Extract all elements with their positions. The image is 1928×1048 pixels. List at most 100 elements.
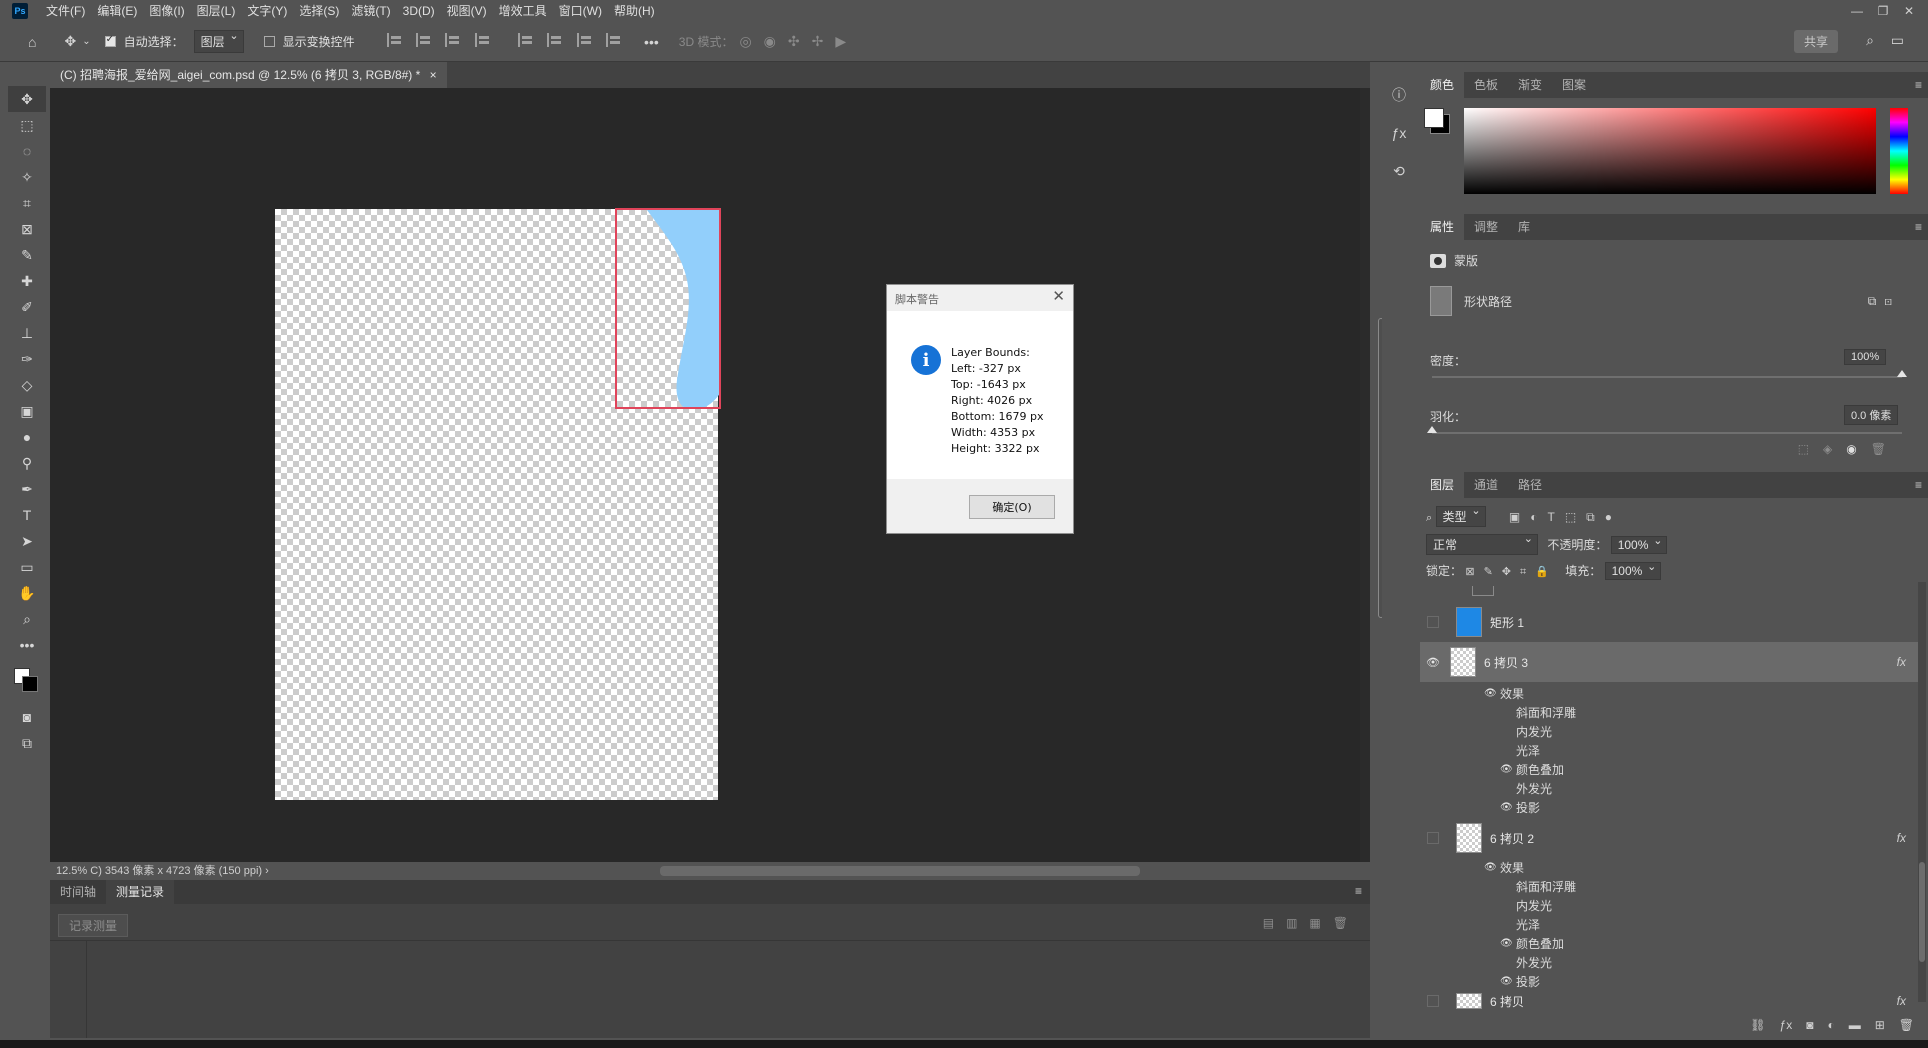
record-measurement-button[interactable]: 记录测量 [58, 914, 129, 937]
pen-tool-icon[interactable]: ✒ [8, 476, 46, 502]
mask-thumbnail[interactable] [1430, 286, 1452, 316]
delete-mask-icon[interactable]: 🗑 [1871, 442, 1900, 456]
panel-menu-icon[interactable]: ≡ [1915, 478, 1922, 492]
ok-button[interactable]: 确定(O) [969, 495, 1055, 519]
vector-mask-icon[interactable]: ⊡ [1884, 294, 1900, 308]
load-selection-icon[interactable]: ⬚ [1798, 442, 1823, 456]
menu-file[interactable]: 文件(F) [40, 0, 91, 22]
align-middle-icon[interactable] [547, 33, 565, 47]
effect-item[interactable]: 👁 颜色叠加 [1500, 760, 1564, 779]
effect-item[interactable]: 光泽 [1516, 915, 1540, 934]
effect-item[interactable]: 外发光 [1516, 779, 1552, 798]
tab-adjustments[interactable]: 调整 [1464, 214, 1508, 240]
lock-pixels-icon[interactable]: ✎ [1484, 566, 1502, 578]
density-slider-handle[interactable] [1897, 370, 1907, 377]
fill-input[interactable]: 100% [1604, 560, 1662, 580]
align-left-icon[interactable] [386, 33, 405, 47]
fx-icon[interactable]: fx [1897, 655, 1906, 669]
menu-type[interactable]: 文字(Y) [241, 0, 293, 22]
effect-item[interactable]: 外发光 [1516, 953, 1552, 972]
menu-window[interactable]: 窗口(W) [553, 0, 608, 22]
blend-mode-select[interactable]: 正常 [1426, 532, 1538, 555]
background-color-swatch[interactable] [22, 676, 38, 692]
menu-view[interactable]: 视图(V) [441, 0, 493, 22]
filter-toggle-icon[interactable]: ● [1605, 510, 1622, 524]
trash-icon[interactable]: 🗑 [1899, 1018, 1914, 1032]
adjustment-filter-icon[interactable]: ◐ [1530, 510, 1547, 524]
panel-menu-icon[interactable]: ≡ [1915, 220, 1922, 234]
effect-item[interactable]: 内发光 [1516, 722, 1552, 741]
chevron-down-icon[interactable]: ⌄ [82, 36, 90, 47]
eye-icon[interactable]: 👁 [1500, 976, 1516, 987]
more-options-icon[interactable]: ••• [644, 34, 659, 50]
menu-layer[interactable]: 图层(L) [191, 0, 242, 22]
hand-tool-icon[interactable]: ✋ [8, 580, 46, 606]
effects-header[interactable]: 👁 效果 [1484, 858, 1524, 877]
smart-object-filter-icon[interactable]: ⧉ [1586, 510, 1605, 524]
tab-channels[interactable]: 通道 [1464, 472, 1508, 498]
select-mask-icon[interactable]: ⧉ [1868, 294, 1885, 308]
layer-row[interactable]: 6 拷贝 fx [1420, 992, 1920, 1010]
tab-patterns[interactable]: 图案 [1552, 72, 1596, 98]
tab-measurement-log[interactable]: 测量记录 [106, 880, 175, 904]
clone-stamp-tool-icon[interactable]: ⊥ [8, 320, 46, 346]
camera-3d-icon[interactable]: ▶ [835, 33, 846, 50]
layer-filter-select[interactable]: 类型 [1435, 504, 1486, 527]
effect-item[interactable]: 👁 投影 [1500, 972, 1540, 991]
align-center-icon[interactable] [415, 33, 434, 47]
horizontal-scrollbar[interactable] [660, 866, 1140, 876]
effect-item[interactable]: 👁 投影 [1500, 798, 1540, 817]
dodge-tool-icon[interactable]: ⚲ [8, 450, 46, 476]
color-swatches[interactable] [8, 658, 46, 704]
fx-icon[interactable]: fx [1897, 994, 1906, 1008]
screen-mode-icon[interactable]: ⧉ [8, 730, 46, 756]
home-icon[interactable]: ⌂ [28, 34, 36, 50]
menu-image[interactable]: 图像(I) [143, 0, 190, 22]
add-mask-icon[interactable]: ◙ [1806, 1018, 1813, 1032]
tab-color[interactable]: 颜色 [1420, 72, 1465, 98]
menu-3d[interactable]: 3D(D) [397, 0, 441, 22]
panel-menu-icon[interactable]: ≡ [1355, 884, 1362, 898]
document-tab[interactable]: (C) 招聘海报_爱给网_aigei_com.psd @ 12.5% (6 拷贝… [50, 62, 447, 88]
menu-help[interactable]: 帮助(H) [608, 0, 661, 22]
zoom-tool-icon[interactable]: ⌕ [8, 606, 46, 632]
layers-scrollbar[interactable] [1918, 582, 1926, 1002]
eye-icon[interactable]: 👁 [1500, 764, 1516, 775]
move-tool-icon[interactable]: ✥ [8, 86, 46, 112]
eye-icon[interactable]: 👁 [1500, 802, 1516, 813]
history-panel-icon[interactable]: ⟲ [1382, 152, 1416, 190]
auto-select-target-select[interactable]: 图层 [193, 29, 244, 53]
pan-3d-icon[interactable]: ✣ [788, 33, 800, 50]
layer-row-selected[interactable]: 👁 6 拷贝 3 fx [1420, 642, 1920, 682]
magic-wand-tool-icon[interactable]: ✧ [8, 164, 46, 190]
menu-plugins[interactable]: 增效工具 [493, 0, 553, 22]
new-layer-icon[interactable]: ⊞ [1875, 1018, 1885, 1032]
gradient-tool-icon[interactable]: ▣ [8, 398, 46, 424]
close-icon[interactable]: ✕ [1052, 287, 1065, 305]
feather-slider-handle[interactable] [1427, 426, 1437, 433]
share-button[interactable]: 共享 [1793, 30, 1838, 53]
visibility-toggle[interactable] [1427, 832, 1439, 844]
new-group-icon[interactable]: ▬ [1849, 1018, 1861, 1032]
marquee-tool-icon[interactable]: ⬚ [8, 112, 46, 138]
canvas-area[interactable] [50, 88, 1384, 862]
align-top-icon[interactable] [518, 33, 536, 47]
tab-layers[interactable]: 图层 [1420, 472, 1465, 498]
effects-header[interactable]: 👁 效果 [1484, 684, 1524, 703]
eraser-tool-icon[interactable]: ◇ [8, 372, 46, 398]
workspace-icon[interactable]: ▭ [1891, 32, 1904, 49]
eye-icon[interactable]: 👁 [1484, 862, 1500, 873]
eye-icon[interactable]: 👁 [1500, 938, 1516, 949]
brush-tool-icon[interactable]: ✐ [8, 294, 46, 320]
lock-position-icon[interactable]: ✥ [1502, 566, 1520, 578]
effect-item[interactable]: 内发光 [1516, 896, 1552, 915]
lock-artboard-icon[interactable]: ⌗ [1520, 566, 1535, 578]
tab-swatches[interactable]: 色板 [1464, 72, 1508, 98]
lock-transparency-icon[interactable]: ⊠ [1465, 566, 1483, 578]
visibility-toggle[interactable] [1427, 616, 1439, 628]
visibility-toggle[interactable] [1427, 995, 1439, 1007]
menu-edit[interactable]: 编辑(E) [91, 0, 143, 22]
history-brush-tool-icon[interactable]: ✑ [8, 346, 46, 372]
effect-item[interactable]: 👁 颜色叠加 [1500, 934, 1564, 953]
image-filter-icon[interactable]: ▣ [1509, 510, 1530, 524]
